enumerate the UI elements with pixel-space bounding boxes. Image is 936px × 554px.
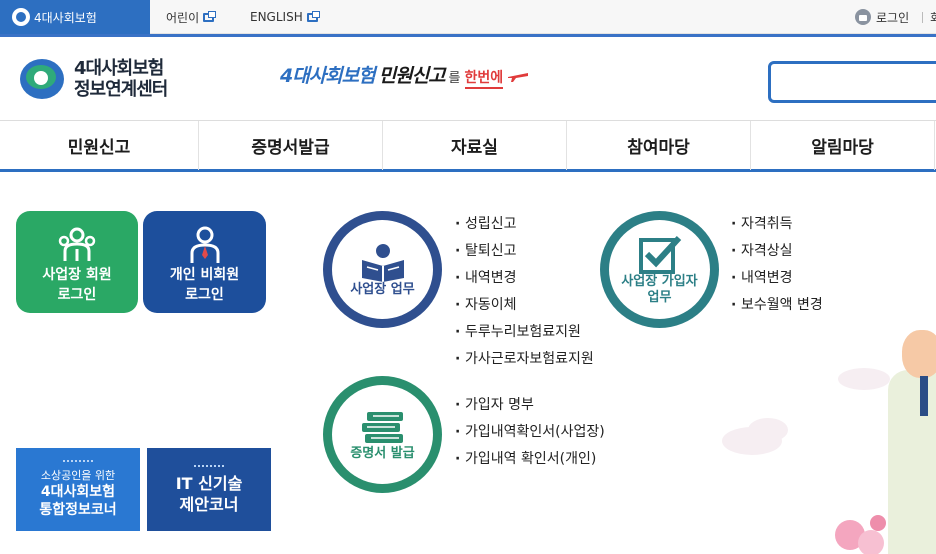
airplane-icon [508,73,529,82]
banner-dots [63,460,93,462]
brand-name-line1: 4대사회보험 [74,58,164,79]
certificate-issue-badge[interactable]: 증명서 발급 [323,376,442,493]
personal-guest-login-button[interactable]: 개인 비회원 로그인 [143,211,266,313]
business-member-login-button[interactable]: 사업장 회원 로그인 [16,211,138,313]
it-banner-title1: IT 신기술 [175,473,243,493]
english-link-label: ENGLISH [250,10,303,24]
slogan-part4: 한번에 [464,67,504,89]
personal-login-line2: 로그인 [185,287,224,303]
task-detail-change[interactable]: 내역변경 [455,265,595,292]
sme-banner-title2: 통합정보코너 [39,502,117,518]
insurance-logo-icon [12,8,30,26]
business-tasks-label: 사업장 업무 [350,281,415,297]
task-qualification-acquire[interactable]: 자격취득 [731,211,823,238]
task-auto-transfer[interactable]: 자동이체 [455,292,595,319]
group-users-icon [58,227,96,261]
checkbox-icon [638,235,681,274]
reading-person-icon [361,243,404,282]
decorative-cloud [838,368,890,390]
brand-name-line2: 정보연계센터 [74,79,168,100]
task-domestic-worker-support[interactable]: 가사근로자보험료지원 [455,346,595,373]
kids-link[interactable]: 어린이 [166,0,217,34]
member-task-list: 자격취득 자격상실 내역변경 보수월액 변경 [731,211,823,319]
english-link[interactable]: ENGLISH [250,0,320,34]
business-login-line2: 로그인 [57,287,97,303]
task-establishment-report[interactable]: 성립신고 [455,211,595,238]
nav-participation[interactable]: 참여마당 [567,121,751,170]
new-window-icon [306,10,320,22]
main-navigation: 민원신고 증명서발급 자료실 참여마당 알림마당 [0,120,936,172]
nav-resources[interactable]: 자료실 [383,121,567,170]
member-tasks-label-line2: 업무 [647,289,672,305]
nav-complaint-report[interactable]: 민원신고 [0,121,199,170]
slogan: 4대사회보험 민원신고 를 한번에 [280,61,529,89]
utility-trailing-text[interactable]: 회 [930,9,936,26]
it-banner-title2: 제안코너 [179,494,239,514]
task-qualification-loss[interactable]: 자격상실 [731,238,823,265]
decorative-flower [870,515,886,531]
sme-banner-subtitle: 소상공인을 위한 [40,469,116,482]
it-proposal-corner-banner[interactable]: IT 신기술 제안코너 [147,448,271,531]
decorative-cloud [748,418,788,442]
search-input[interactable] [768,61,936,103]
utility-bar: 4대사회보험 어린이 ENGLISH 로그인 회 [0,0,936,34]
task-member-roster[interactable]: 가입자 명부 [455,392,605,419]
site-tab-label: 4대사회보험 [34,10,97,25]
sme-info-corner-banner[interactable]: 소상공인을 위한 4대사회보험 통합정보코너 [16,448,140,531]
lock-icon [855,9,871,25]
login-link[interactable]: 로그인 [855,0,909,34]
new-window-icon [203,10,217,22]
member-tasks-badge[interactable]: 사업장 가입자 업무 [600,211,719,328]
task-enrollment-cert-business[interactable]: 가입내역확인서(사업장) [455,419,605,446]
task-member-detail-change[interactable]: 내역변경 [731,265,823,292]
slogan-part1: 4대사회보험 [280,65,376,87]
slogan-part3: 를 [448,71,461,86]
kids-link-label: 어린이 [166,10,200,25]
site-tab-4insurance[interactable]: 4대사회보험 [0,0,150,34]
task-withdrawal-report[interactable]: 탈퇴신고 [455,238,595,265]
certificate-issue-label: 증명서 발급 [350,445,415,461]
task-monthly-pay-change[interactable]: 보수월액 변경 [731,292,823,319]
book-stack-icon [361,411,403,443]
slogan-part2: 민원신고 [378,65,446,87]
member-tasks-label-line1: 사업장 가입자 [621,273,698,289]
sme-banner-title1: 4대사회보험 [40,484,116,500]
decorative-person-illustration [888,330,936,554]
brand-name: 4대사회보험 정보연계센터 [74,58,168,100]
banner-dots [194,464,224,467]
nav-notices[interactable]: 알림마당 [751,121,935,170]
login-label: 로그인 [876,10,910,25]
page-root: 4대사회보험 어린이 ENGLISH 로그인 회 4대사회보험 정보연계센터 4… [0,0,936,554]
task-durunuri-support[interactable]: 두루누리보험료지원 [455,319,595,346]
site-header: 4대사회보험 정보연계센터 4대사회보험 민원신고 를 한번에 [0,34,936,120]
business-login-line1: 사업장 회원 [42,267,112,283]
business-tasks-badge[interactable]: 사업장 업무 [323,211,442,328]
business-task-list: 성립신고 탈퇴신고 내역변경 자동이체 두루누리보험료지원 가사근로자보험료지원 [455,211,595,373]
brand-logo-link[interactable]: 4대사회보험 정보연계센터 [20,57,168,101]
decorative-flower [858,530,884,554]
task-enrollment-cert-personal[interactable]: 가입내역 확인서(개인) [455,446,605,473]
personal-login-line1: 개인 비회원 [169,267,240,283]
brand-emblem-icon [20,57,64,101]
nav-certificate-issue[interactable]: 증명서발급 [199,121,383,170]
utility-divider [922,12,923,23]
person-icon [190,226,219,263]
certificate-task-list: 가입자 명부 가입내역확인서(사업장) 가입내역 확인서(개인) [455,392,605,473]
